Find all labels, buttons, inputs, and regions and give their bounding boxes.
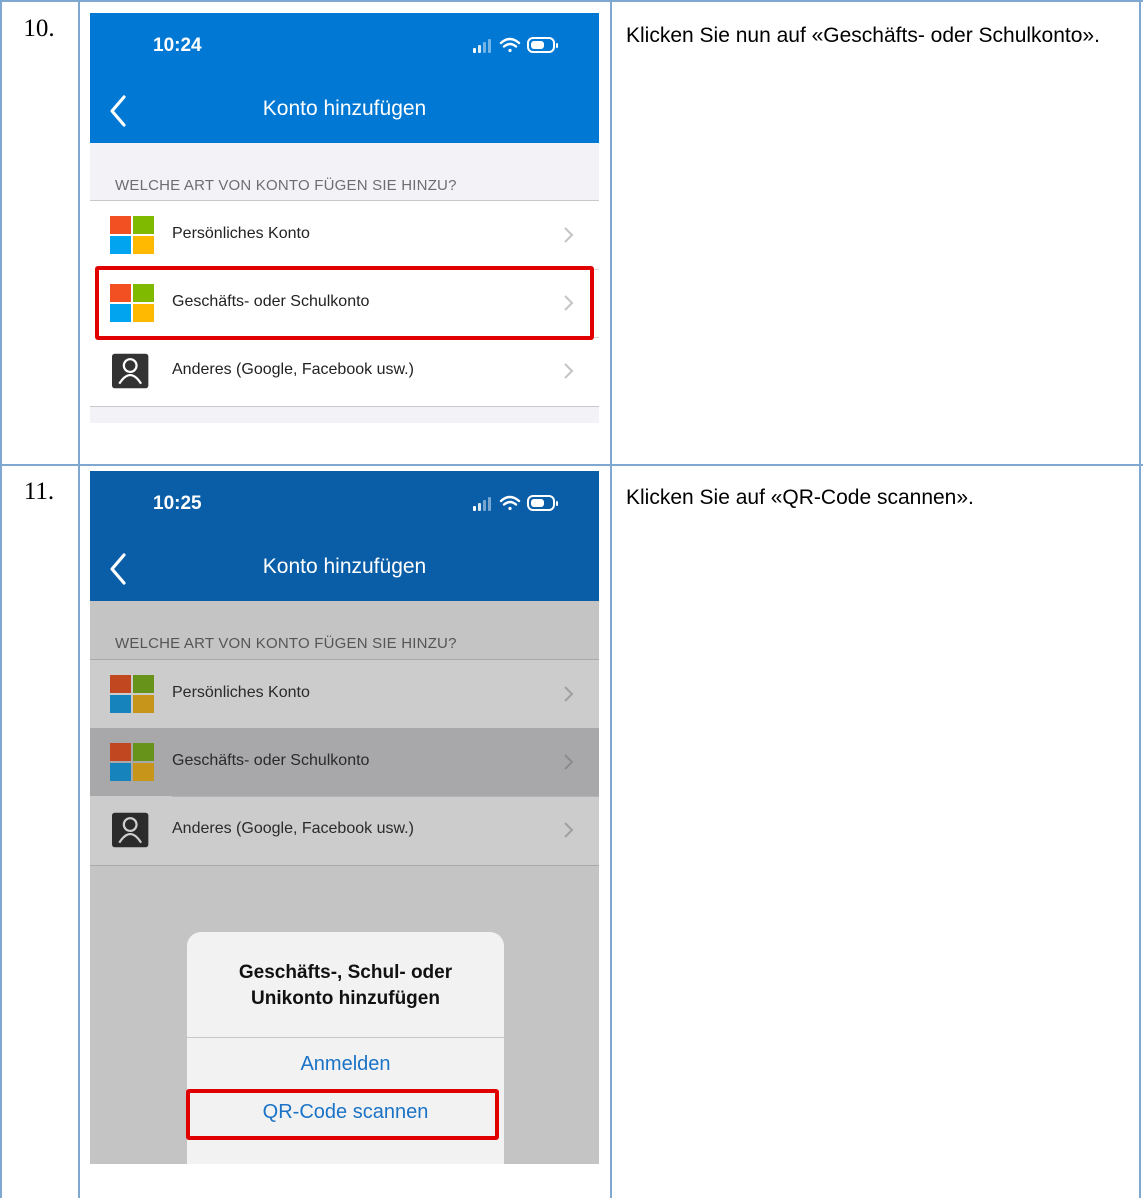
list-item-work-school-account[interactable]: Geschäfts- oder Schulkonto <box>90 728 599 796</box>
status-bar: 10:25 <box>90 471 599 537</box>
step-number: 10. <box>23 15 55 42</box>
dialog-title-line: Unikonto hinzufügen <box>251 988 440 1009</box>
step-instruction: Klicken Sie nun auf «Geschäfts- oder Sch… <box>626 24 1100 47</box>
list-item-other-account[interactable]: Anderes (Google, Facebook usw.) <box>90 796 599 864</box>
person-icon <box>112 812 149 848</box>
signin-button[interactable]: Anmelden <box>187 1040 504 1088</box>
step-instruction: Klicken Sie auf «QR-Code scannen». <box>626 486 974 509</box>
status-icons <box>473 37 558 53</box>
wifi-icon <box>499 37 521 53</box>
microsoft-logo-icon <box>110 743 154 781</box>
list-item-label: Anderes (Google, Facebook usw.) <box>172 361 414 378</box>
list-item-personal-account[interactable]: Persönliches Konto <box>90 201 599 269</box>
signal-icon <box>473 39 491 53</box>
divider <box>90 406 599 407</box>
account-list: Persönliches Konto Geschäfts- oder Schul… <box>90 660 599 865</box>
status-icons <box>473 495 558 511</box>
status-bar: 10:24 <box>90 13 599 79</box>
phone-screenshot-step-11: 10:25 Konto hinzufügen WELCHE ART VON KO… <box>90 471 599 1164</box>
table-border-left <box>0 0 2 1198</box>
highlight-box <box>186 1089 499 1140</box>
dialog-divider <box>187 1037 504 1038</box>
microsoft-logo-icon <box>110 216 154 254</box>
chevron-right-icon <box>564 227 574 243</box>
status-time: 10:24 <box>153 35 202 56</box>
phone-screenshot-step-10: 10:24 Konto hinzufügen WELCHE ART VON KO… <box>90 13 599 423</box>
signal-icon <box>473 497 491 511</box>
battery-icon <box>527 37 558 53</box>
battery-icon <box>527 495 558 511</box>
list-item-personal-account[interactable]: Persönliches Konto <box>90 660 599 728</box>
divider <box>90 865 599 866</box>
nav-title: Konto hinzufügen <box>262 555 427 578</box>
section-label: WELCHE ART VON KONTO FÜGEN SIE HINZU? <box>115 177 457 194</box>
chevron-right-icon <box>564 754 574 770</box>
step-number: 11. <box>23 478 55 505</box>
dialog-title-line: Geschäfts-, Schul- oder <box>238 962 453 983</box>
nav-bar: Konto hinzufügen <box>90 537 599 601</box>
list-item-label: Persönliches Konto <box>172 684 310 701</box>
person-icon <box>112 353 149 389</box>
dialog-title: Geschäfts-, Schul- oder Unikonto hinzufü… <box>187 960 504 1012</box>
table-border-col1 <box>78 0 80 1198</box>
list-item-label: Geschäfts- oder Schulkonto <box>172 752 370 769</box>
microsoft-logo-icon <box>110 675 154 713</box>
table-border-top <box>0 0 1143 2</box>
chevron-right-icon <box>564 363 574 379</box>
list-item-label: Anderes (Google, Facebook usw.) <box>172 820 414 837</box>
table-border-middle <box>0 464 1143 466</box>
nav-bar: Konto hinzufügen <box>90 79 599 143</box>
list-item-other-account[interactable]: Anderes (Google, Facebook usw.) <box>90 337 599 405</box>
nav-title: Konto hinzufügen <box>262 97 427 120</box>
table-border-col2 <box>610 0 612 1198</box>
highlight-box <box>95 266 594 340</box>
wifi-icon <box>499 495 521 511</box>
status-time: 10:25 <box>153 493 202 514</box>
section-label: WELCHE ART VON KONTO FÜGEN SIE HINZU? <box>115 635 457 652</box>
list-item-label: Persönliches Konto <box>172 225 310 242</box>
chevron-right-icon <box>564 686 574 702</box>
chevron-right-icon <box>564 822 574 838</box>
table-border-right <box>1139 0 1141 1198</box>
